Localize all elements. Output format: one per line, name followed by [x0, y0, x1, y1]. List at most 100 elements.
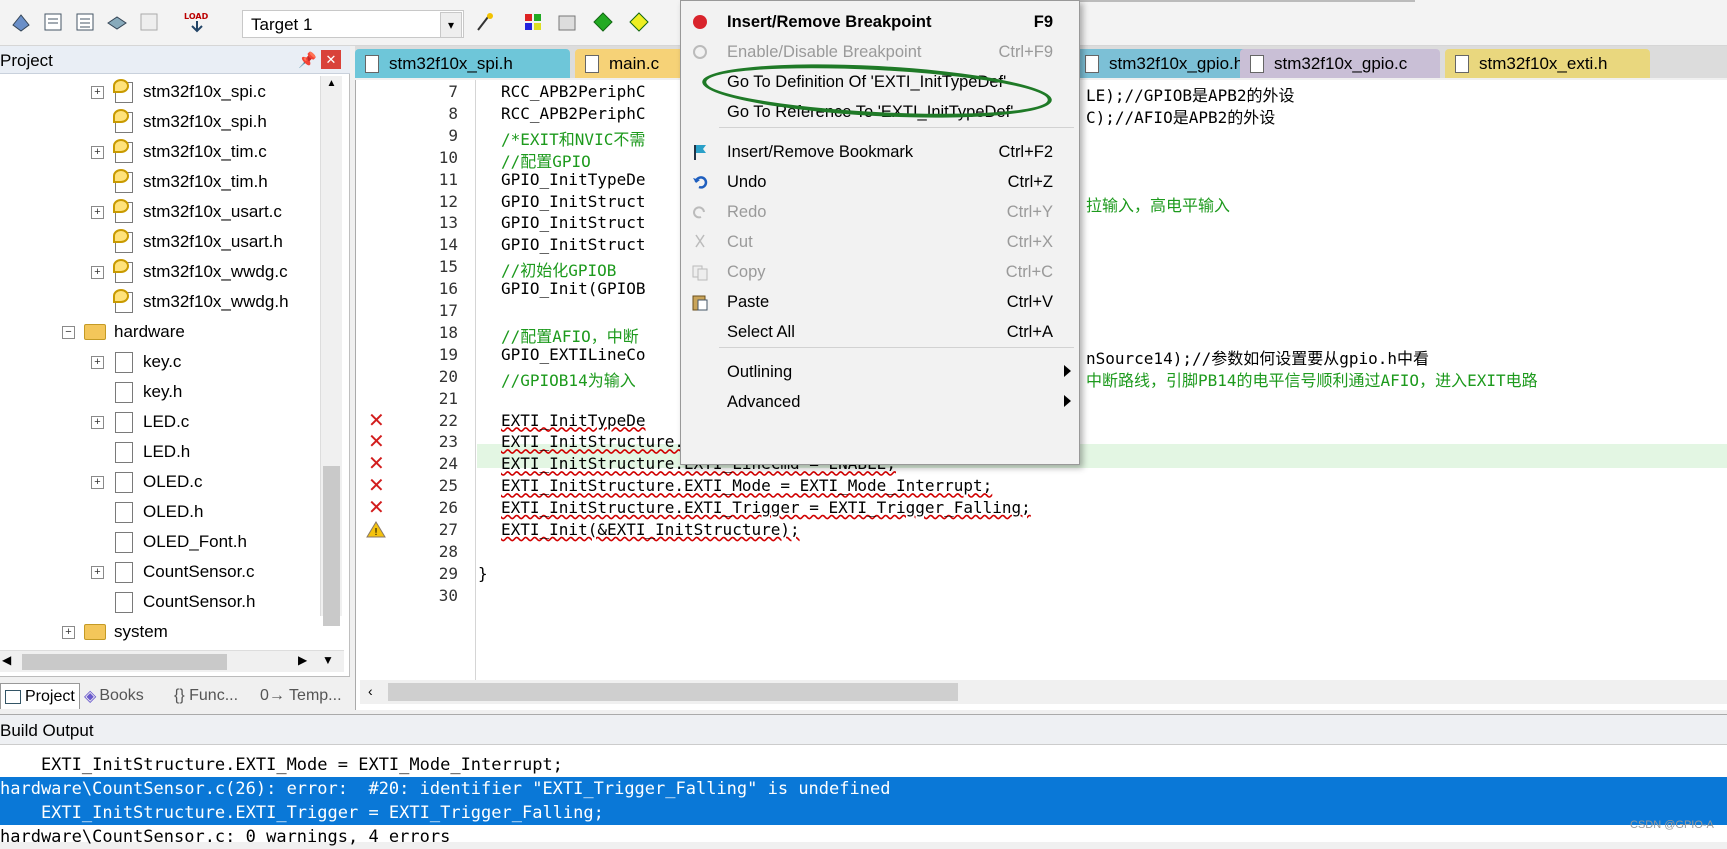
menu-item-select-10[interactable]: Select All Ctrl+A	[681, 317, 1081, 347]
tree-item-label: CountSensor.h	[143, 592, 256, 611]
expand-icon[interactable]: +	[91, 146, 104, 159]
tree-horizontal-scrollbar[interactable]: ◀ ▶ ▼	[0, 650, 344, 672]
batch-build-icon[interactable]	[104, 9, 130, 35]
scroll-thumb[interactable]	[22, 654, 227, 670]
stop-build-icon[interactable]	[136, 9, 162, 35]
tree-item[interactable]: + stm32f10x_tim.c	[91, 138, 267, 166]
menu-item-insertremove-0[interactable]: Insert/Remove Breakpoint F9	[681, 7, 1081, 37]
expand-icon[interactable]: +	[91, 266, 104, 279]
chevron-down-icon[interactable]: ▾	[440, 12, 462, 38]
select-pack-icon[interactable]	[590, 9, 616, 35]
menu-item-copy-8[interactable]: Copy Ctrl+C	[681, 257, 1081, 287]
tree-item[interactable]: + key.c	[91, 348, 181, 376]
file-extensions-icon[interactable]	[554, 9, 580, 35]
books-icon: ◈	[84, 688, 97, 705]
tree-item[interactable]: OLED.h	[115, 498, 203, 526]
scroll-left-icon[interactable]: ◀	[2, 653, 11, 667]
tree-item[interactable]: + OLED.c	[91, 468, 203, 496]
options-wand-icon[interactable]	[472, 9, 498, 35]
error-marker-icon[interactable]: ✕	[368, 495, 385, 520]
expand-icon[interactable]: +	[91, 86, 104, 99]
menu-item-cut-7[interactable]: Cut Ctrl+X	[681, 227, 1081, 257]
tree-item[interactable]: key.h	[115, 378, 182, 406]
tree-item[interactable]: + stm32f10x_wwdg.c	[91, 258, 288, 286]
tree-item[interactable]: + LED.c	[91, 408, 190, 436]
code-line: GPIO_InitStruct	[501, 213, 646, 232]
expand-icon[interactable]: +	[91, 566, 104, 579]
menu-item-redo-6[interactable]: Redo Ctrl+Y	[681, 197, 1081, 227]
file-icon	[115, 351, 133, 373]
tab-books[interactable]: ◈ Books	[84, 683, 144, 709]
translate-icon[interactable]	[8, 9, 34, 35]
code-text: RCC_APB2PeriphC	[501, 82, 646, 101]
tab-stm32f10x-gpio-c[interactable]: stm32f10x_gpio.c	[1240, 49, 1440, 78]
tab-functions[interactable]: {} Func...	[174, 683, 238, 709]
folder-icon	[84, 624, 106, 640]
menu-item-shortcut: F9	[1033, 13, 1053, 31]
tree-item[interactable]: stm32f10x_tim.h	[113, 168, 268, 196]
runtime-env-icon[interactable]	[626, 9, 652, 35]
code-text: RCC_APB2PeriphC	[501, 103, 646, 123]
build-line-error-selected[interactable]: hardware\CountSensor.c(26): error: #20: …	[0, 777, 1727, 801]
menu-item-advanced-12[interactable]: Advanced	[681, 387, 1081, 417]
scroll-left-icon[interactable]: ‹	[368, 683, 373, 699]
menu-item-shortcut: Ctrl+F9	[998, 43, 1053, 61]
tree-item[interactable]: − hardware	[62, 318, 185, 346]
expand-icon[interactable]: +	[91, 206, 104, 219]
warning-marker-icon[interactable]: !	[366, 521, 386, 538]
tab-label: Books	[99, 687, 144, 704]
breakpoint-icon	[691, 13, 709, 31]
manage-components-icon[interactable]	[520, 9, 546, 35]
code-line: EXTI_InitStructure.EXTI_Trigger = EXTI_T…	[501, 498, 1031, 517]
menu-item-undo-5[interactable]: Undo Ctrl+Z	[681, 167, 1081, 197]
tree-item-label: OLED_Font.h	[143, 532, 247, 551]
scroll-down-icon[interactable]: ▼	[322, 653, 334, 667]
cut-icon	[691, 233, 709, 251]
target-select[interactable]: Target 1	[242, 10, 464, 38]
tree-item[interactable]: stm32f10x_wwdg.h	[113, 288, 289, 316]
build-summary-line[interactable]: hardware\CountSensor.c: 0 warnings, 4 er…	[0, 825, 1727, 849]
editor-horizontal-scrollbar[interactable]: ‹	[360, 680, 1727, 704]
menu-item-enabledisable-1[interactable]: Enable/Disable Breakpoint Ctrl+F9	[681, 37, 1081, 67]
submenu-arrow-icon	[1064, 365, 1071, 377]
tree-item[interactable]: OLED_Font.h	[115, 528, 247, 556]
menu-item-outlining-11[interactable]: Outlining	[681, 357, 1081, 387]
tree-item[interactable]: stm32f10x_usart.h	[113, 228, 283, 256]
build-line-selected[interactable]: EXTI_InitStructure.EXTI_Trigger = EXTI_T…	[0, 801, 1727, 825]
tree-item[interactable]: LED.h	[115, 438, 190, 466]
expand-icon[interactable]: +	[91, 416, 104, 429]
close-icon[interactable]: ✕	[321, 50, 341, 69]
tab-templates[interactable]: 0→ Temp...	[260, 683, 342, 709]
menu-item-paste-9[interactable]: Paste Ctrl+V	[681, 287, 1081, 317]
download-icon[interactable]: LOAD	[180, 9, 214, 35]
scroll-thumb[interactable]	[388, 683, 958, 701]
expand-icon[interactable]: +	[62, 626, 75, 639]
tree-item[interactable]: stm32f10x_spi.h	[113, 108, 267, 136]
expand-icon[interactable]: +	[91, 356, 104, 369]
menu-item-label: Undo	[727, 173, 767, 191]
build-line[interactable]: EXTI_InitStructure.EXTI_Mode = EXTI_Mode…	[0, 753, 1727, 777]
scroll-thumb[interactable]	[323, 466, 340, 626]
tree-vertical-scrollbar[interactable]: ▲	[320, 76, 342, 626]
rebuild-icon[interactable]	[72, 9, 98, 35]
tab-project[interactable]: Project	[0, 683, 80, 709]
expand-icon[interactable]: +	[91, 476, 104, 489]
build-icon[interactable]	[40, 9, 66, 35]
tree-item[interactable]: + stm32f10x_spi.c	[91, 78, 266, 106]
tree-item-label: LED.c	[143, 412, 190, 431]
tab-stm32f10x-spi-h[interactable]: stm32f10x_spi.h	[355, 49, 570, 78]
file-icon	[113, 78, 133, 103]
menu-item-insertremove-4[interactable]: Insert/Remove Bookmark Ctrl+F2	[681, 137, 1081, 167]
pin-icon[interactable]: 📌	[298, 51, 317, 69]
tree-item[interactable]: + system	[62, 618, 168, 646]
tree-item[interactable]: + CountSensor.c	[91, 558, 255, 586]
tab-stm32f10x-exti-h[interactable]: stm32f10x_exti.h	[1445, 49, 1650, 78]
scroll-right-icon[interactable]: ▶	[298, 653, 307, 667]
code-text: GPIO_Init(GPIOB	[501, 279, 646, 299]
scroll-up-icon[interactable]: ▲	[323, 78, 340, 96]
tree-item[interactable]: + stm32f10x_usart.c	[91, 198, 282, 226]
expand-icon[interactable]: −	[62, 326, 75, 339]
code-text: //配置AFIO，中断	[501, 326, 639, 346]
line-number: 7	[448, 82, 458, 101]
tree-item[interactable]: CountSensor.h	[115, 588, 255, 616]
